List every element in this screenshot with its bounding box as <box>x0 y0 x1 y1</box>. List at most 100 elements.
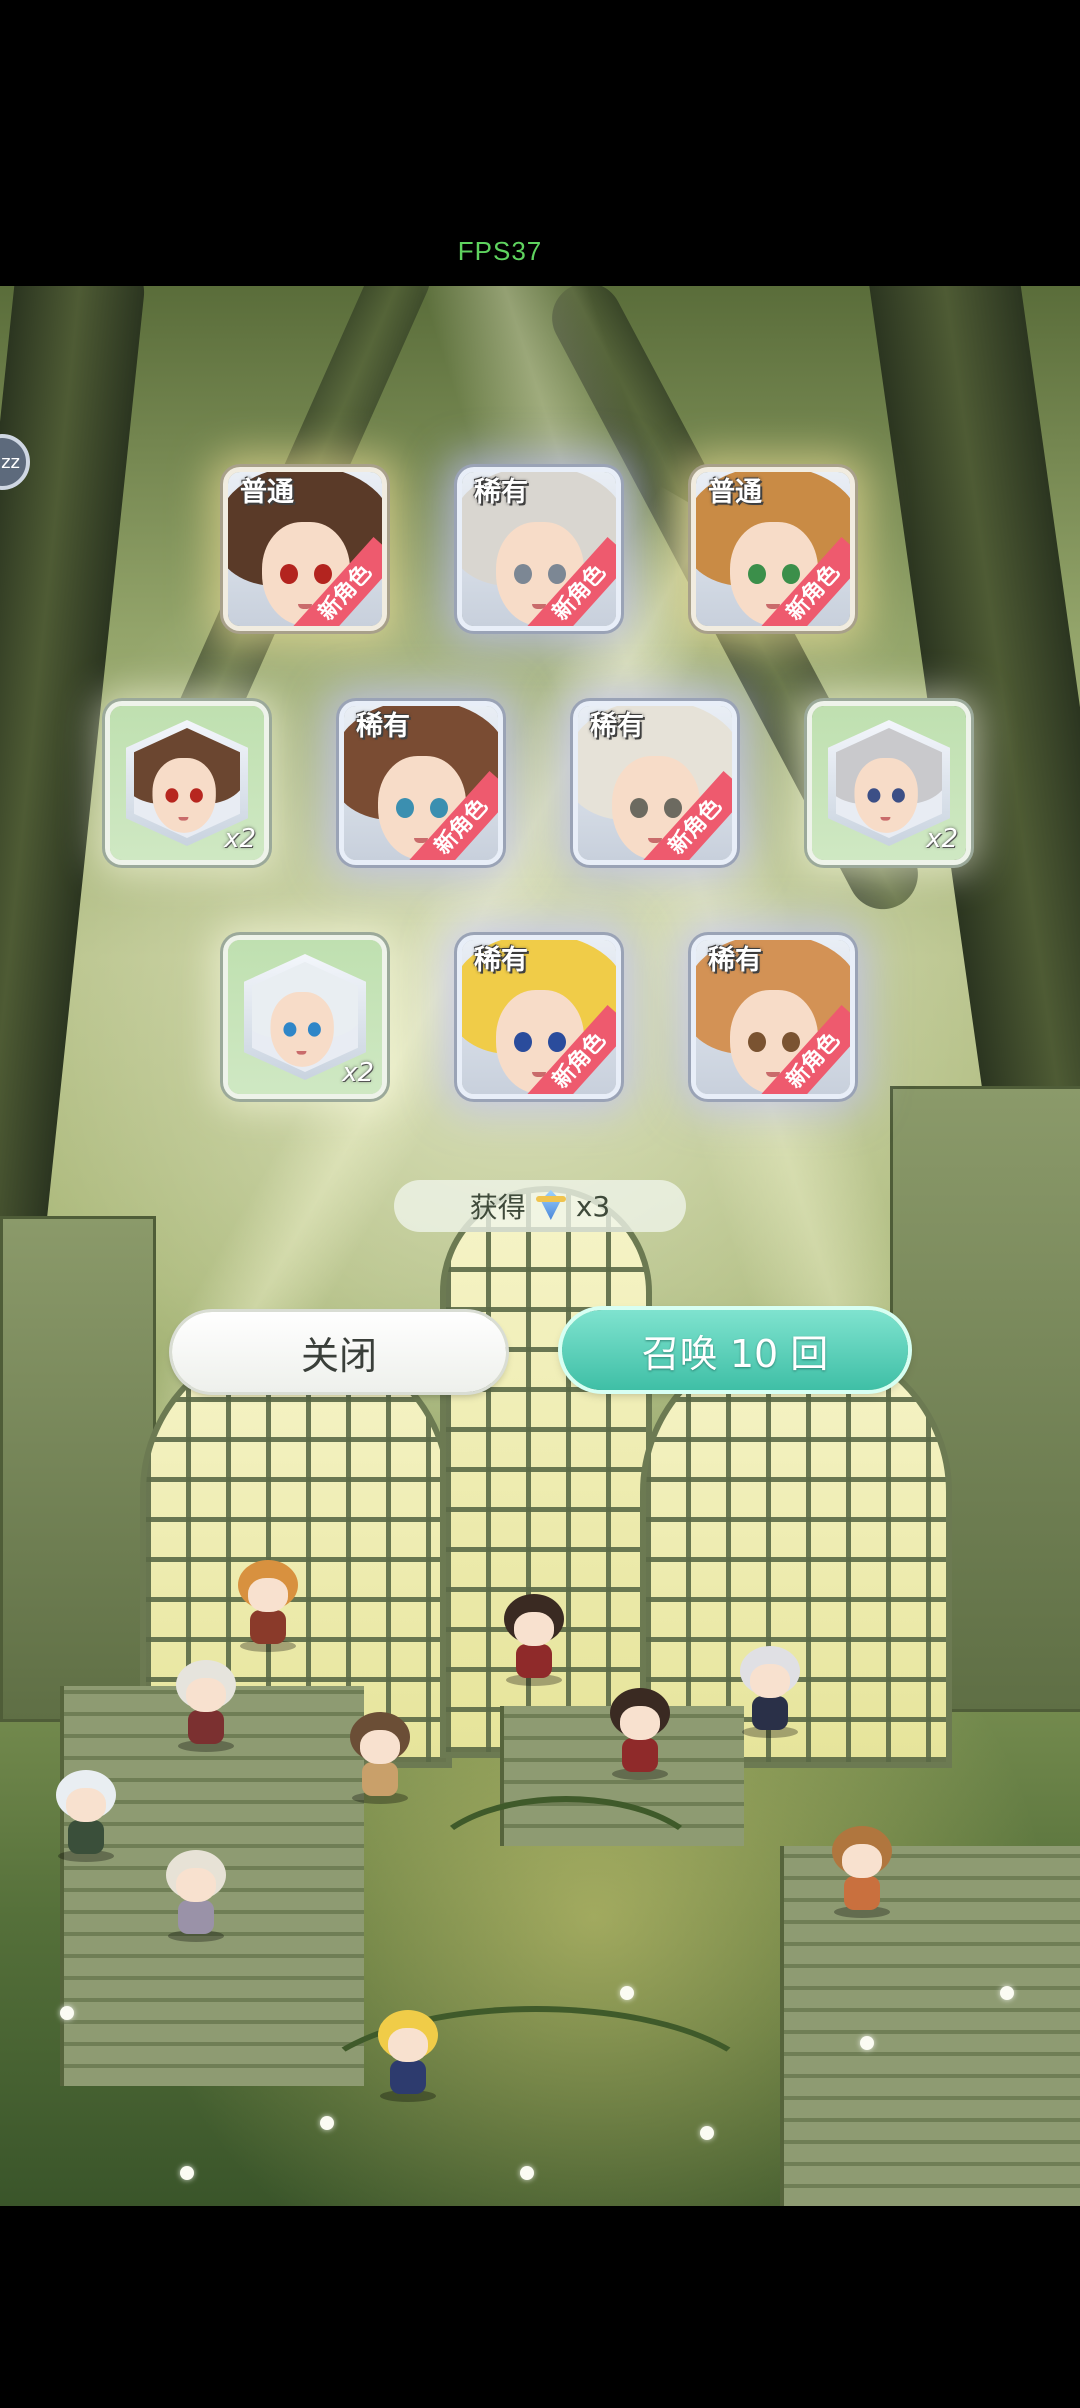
chibi-body <box>390 2060 426 2094</box>
stone-stairs <box>780 1846 1080 2206</box>
side-badge-label: zz <box>1 451 20 473</box>
new-character-card[interactable]: 稀有 新角色 <box>344 706 498 860</box>
duplicate-count: x2 <box>224 824 256 854</box>
portrait-eye <box>189 788 203 803</box>
portrait-eye <box>748 564 766 584</box>
portrait-eye <box>514 1032 532 1052</box>
chibi-body <box>516 1644 552 1678</box>
flower <box>700 2126 714 2140</box>
close-button[interactable]: 关闭 <box>172 1312 506 1392</box>
chibi-body <box>250 1610 286 1644</box>
reward-count: x3 <box>575 1189 611 1223</box>
portrait-face <box>152 758 216 833</box>
vine <box>420 1796 712 1948</box>
character-portrait <box>252 962 358 1067</box>
duplicate-count: x2 <box>926 824 958 854</box>
rarity-label: 稀有 <box>708 945 762 976</box>
portrait-eye <box>664 798 682 818</box>
summon-crystal-icon <box>535 1188 566 1224</box>
chibi-character[interactable] <box>372 2010 444 2102</box>
portrait-eye <box>280 564 298 584</box>
summon-button-label: 召唤 10 回 <box>641 1331 829 1376</box>
duplicate-character-card[interactable]: x2 <box>110 706 264 860</box>
portrait-eye <box>548 564 566 584</box>
chibi-character[interactable] <box>232 1560 304 1652</box>
new-character-card[interactable]: 稀有 新角色 <box>696 940 850 1094</box>
flower <box>620 1986 634 2000</box>
ruin-wall-left <box>0 1216 156 1722</box>
portrait-face <box>854 758 918 833</box>
portrait-eye <box>165 788 179 803</box>
portrait-eye <box>782 564 800 584</box>
rarity-label: 普通 <box>240 477 294 508</box>
portrait-eye <box>314 564 332 584</box>
portrait-eye <box>514 564 532 584</box>
chibi-face <box>750 1664 790 1698</box>
new-character-card[interactable]: 稀有 新角色 <box>462 940 616 1094</box>
chibi-face <box>842 1844 882 1878</box>
duplicate-character-card[interactable]: x2 <box>228 940 382 1094</box>
portrait-eye <box>748 1032 766 1052</box>
portrait-eye <box>396 798 414 818</box>
chibi-face <box>620 1706 660 1740</box>
portrait-eye <box>867 788 881 803</box>
portrait-eye <box>630 798 648 818</box>
rarity-label: 稀有 <box>474 945 528 976</box>
portrait-eye <box>430 798 448 818</box>
chibi-character[interactable] <box>344 1712 416 1804</box>
chibi-body <box>68 1820 104 1854</box>
character-portrait <box>134 728 240 833</box>
summon-10-button[interactable]: 召唤 10 回 <box>562 1310 908 1390</box>
flower <box>860 2036 874 2050</box>
new-character-card[interactable]: 普通 新角色 <box>696 472 850 626</box>
chibi-face <box>186 1678 226 1712</box>
chibi-character[interactable] <box>170 1660 242 1752</box>
chibi-body <box>622 1738 658 1772</box>
rarity-label: 稀有 <box>474 477 528 508</box>
chibi-face <box>388 2028 428 2062</box>
portrait-eye <box>283 1022 297 1037</box>
rarity-label: 稀有 <box>356 711 410 742</box>
reward-label: 获得 <box>469 1191 526 1224</box>
chibi-face <box>248 1578 288 1612</box>
vine <box>300 2006 772 2198</box>
portrait-eye <box>891 788 905 803</box>
portrait-eye <box>307 1022 321 1037</box>
close-button-label: 关闭 <box>300 1333 377 1378</box>
flower <box>180 2166 194 2180</box>
chibi-body <box>362 1762 398 1796</box>
chibi-character[interactable] <box>498 1594 570 1686</box>
shard-frame-inner <box>836 728 942 838</box>
chibi-character[interactable] <box>604 1688 676 1780</box>
portrait-eye <box>548 1032 566 1052</box>
chibi-body <box>188 1710 224 1744</box>
flower <box>320 2116 334 2130</box>
chibi-body <box>844 1876 880 1910</box>
chibi-character[interactable] <box>160 1850 232 1942</box>
new-character-card[interactable]: 稀有 新角色 <box>462 472 616 626</box>
portrait-face <box>270 992 334 1067</box>
chibi-face <box>360 1730 400 1764</box>
chibi-character[interactable] <box>826 1826 898 1918</box>
chibi-body <box>178 1900 214 1934</box>
chibi-face <box>176 1868 216 1902</box>
shard-frame-inner <box>134 728 240 838</box>
chibi-character[interactable] <box>50 1770 122 1862</box>
chibi-face <box>514 1612 554 1646</box>
reward-banner: 获得 x3 <box>394 1180 686 1232</box>
duplicate-count: x2 <box>342 1058 374 1088</box>
chibi-body <box>752 1696 788 1730</box>
chibi-character[interactable] <box>734 1646 806 1738</box>
fps-counter: FPS37 <box>457 236 543 266</box>
character-portrait <box>836 728 942 833</box>
rarity-label: 普通 <box>708 477 762 508</box>
chibi-face <box>66 1788 106 1822</box>
flower <box>520 2166 534 2180</box>
shard-frame-inner <box>252 962 358 1072</box>
flower <box>1000 1986 1014 2000</box>
duplicate-character-card[interactable]: x2 <box>812 706 966 860</box>
new-character-card[interactable]: 稀有 新角色 <box>578 706 732 860</box>
new-character-card[interactable]: 普通 新角色 <box>228 472 382 626</box>
portrait-eye <box>782 1032 800 1052</box>
flower <box>60 2006 74 2020</box>
